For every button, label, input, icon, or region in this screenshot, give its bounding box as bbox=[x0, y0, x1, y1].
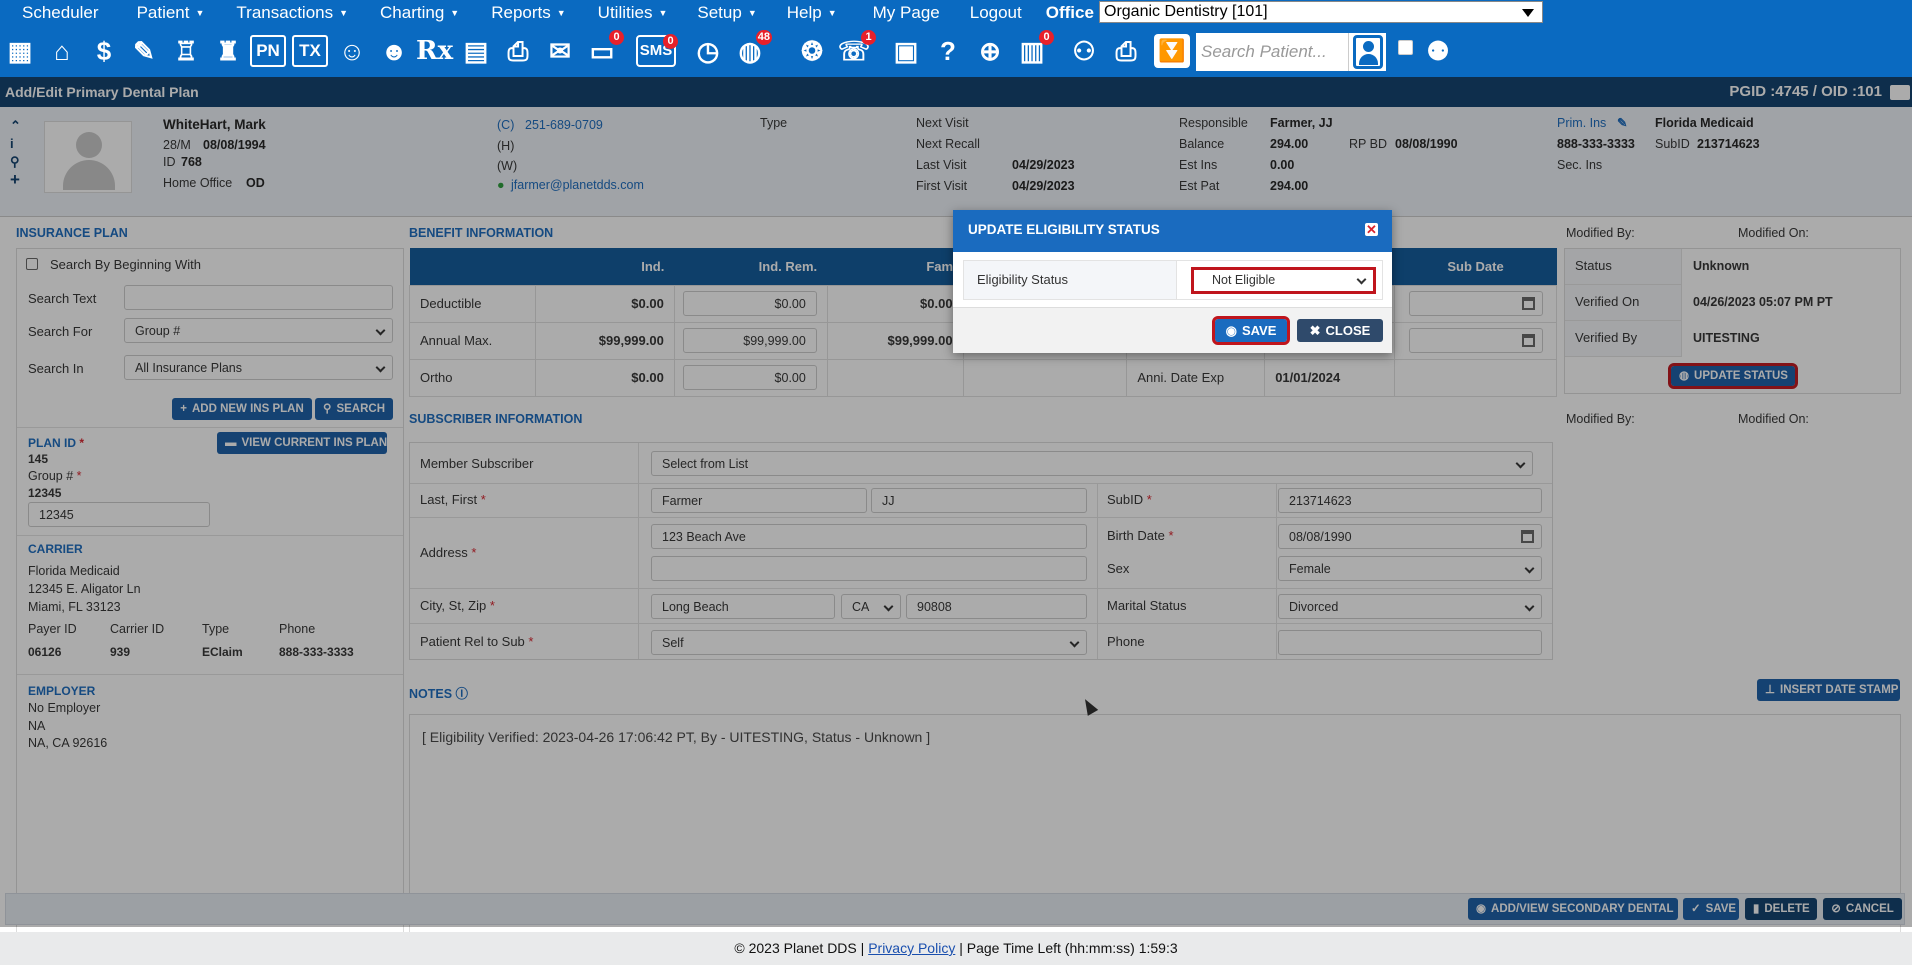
tooth-chart-icon[interactable]: ♖ bbox=[168, 33, 204, 69]
dropdown-arrow-icon bbox=[1522, 9, 1534, 17]
chat-icon[interactable]: ▭ 0 bbox=[584, 30, 624, 69]
icon-toolbar: ▦ ⌂ $ ✎ ♖ ♜ PN TX ☺ ☻ Rx ▤ ⎙ ✉ ▭ 0 SMS 0 ◷… bbox=[0, 25, 1912, 77]
modal-close-icon[interactable]: ✕ bbox=[1365, 223, 1378, 236]
add-patient-icon[interactable]: ☺ bbox=[334, 33, 370, 69]
messages-badge: 0 bbox=[609, 30, 624, 45]
eligibility-status-row: Eligibility Status Not Eligible bbox=[963, 260, 1383, 300]
modal-backdrop bbox=[0, 77, 1912, 927]
caret-down-icon: ▼ bbox=[747, 7, 757, 18]
group-icon[interactable]: ⚇ bbox=[1066, 33, 1102, 69]
copyright: © 2023 Planet DDS | bbox=[734, 940, 865, 956]
caret-down-icon: ▼ bbox=[658, 7, 668, 18]
collapse-icon[interactable]: ⏬ bbox=[1154, 34, 1190, 68]
menu-charting[interactable]: Charting ▼ bbox=[348, 2, 459, 24]
tooth-icon[interactable]: ♜ bbox=[210, 33, 246, 69]
pencil-icon[interactable]: ✎ bbox=[126, 33, 162, 69]
caret-down-icon: ▼ bbox=[339, 7, 349, 18]
caret-down-icon: ▼ bbox=[556, 7, 566, 18]
mail-icon[interactable]: ✉ bbox=[542, 33, 578, 69]
support-icon[interactable]: ☏ 1 bbox=[836, 30, 876, 69]
globe-icon[interactable]: ◍ 48 bbox=[732, 30, 772, 69]
menu-scheduler[interactable]: Scheduler bbox=[0, 2, 99, 24]
modal-title: UPDATE ELIGIBILITY STATUS bbox=[953, 210, 1392, 252]
toolbar-checkbox[interactable] bbox=[1398, 40, 1413, 55]
user-search-icon bbox=[1353, 35, 1383, 69]
eligibility-status-label: Eligibility Status bbox=[964, 261, 1177, 299]
top-menu-bar: Scheduler Patient ▼ Transactions ▼ Chartin… bbox=[0, 0, 1912, 25]
check-circle-icon: ◉ bbox=[1225, 323, 1237, 338]
menu-my-page[interactable]: My Page bbox=[837, 2, 940, 24]
menu-patient[interactable]: Patient ▼ bbox=[99, 2, 205, 24]
office-select[interactable]: Organic Dentistry [101] bbox=[1099, 1, 1543, 23]
prescription-icon[interactable]: Rx bbox=[416, 33, 453, 69]
support-badge: 1 bbox=[861, 30, 876, 45]
document-icon[interactable]: ▤ bbox=[458, 33, 494, 69]
sms-badge: 0 bbox=[663, 34, 678, 49]
modal-footer: ◉ SAVE ✖ CLOSE bbox=[953, 307, 1392, 353]
update-eligibility-modal: UPDATE ELIGIBILITY STATUS ✕ Eligibility … bbox=[953, 210, 1392, 353]
caret-down-icon: ▼ bbox=[827, 7, 837, 18]
treatment-icon[interactable]: TX bbox=[292, 35, 328, 67]
clock-icon[interactable]: ◷ bbox=[690, 33, 726, 69]
users-search-icon[interactable]: ⚉ bbox=[1420, 33, 1456, 69]
add-family-icon[interactable]: ☻ bbox=[376, 33, 412, 69]
network-icon[interactable]: ❂ bbox=[794, 33, 830, 69]
globe-badge: 48 bbox=[755, 30, 772, 45]
close-icon: ✖ bbox=[1309, 323, 1321, 338]
modal-save-button[interactable]: ◉ SAVE bbox=[1212, 316, 1290, 345]
patient-search-input[interactable]: Search Patient... bbox=[1196, 33, 1348, 71]
menu-logout[interactable]: Logout bbox=[940, 2, 1022, 24]
menu-reports[interactable]: Reports ▼ bbox=[459, 2, 565, 24]
modal-close-button[interactable]: ✖ CLOSE bbox=[1297, 319, 1383, 342]
claims-badge: 0 bbox=[1039, 30, 1054, 45]
dollar-icon[interactable]: $ bbox=[86, 33, 122, 69]
claims-icon[interactable]: ▥ 0 bbox=[1014, 30, 1054, 69]
printer-icon[interactable]: ⎙ bbox=[1108, 33, 1144, 69]
menu-help[interactable]: Help ▼ bbox=[757, 2, 837, 24]
eligibility-status-select[interactable]: Not Eligible bbox=[1191, 267, 1376, 294]
page-footer: © 2023 Planet DDS | Privacy Policy | Pag… bbox=[0, 932, 1912, 965]
scan-icon[interactable]: ⎙ bbox=[500, 33, 536, 69]
menu-transactions[interactable]: Transactions ▼ bbox=[204, 2, 348, 24]
web-search-icon[interactable]: ⊕ bbox=[972, 33, 1008, 69]
privacy-policy-link[interactable]: Privacy Policy bbox=[868, 940, 955, 956]
page-time-left: | Page Time Left (hh:mm:ss) 1:59:3 bbox=[959, 940, 1178, 956]
home-icon[interactable]: ⌂ bbox=[44, 33, 80, 69]
menu-utilities[interactable]: Utilities ▼ bbox=[566, 2, 668, 24]
sms-icon[interactable]: SMS 0 bbox=[636, 34, 678, 67]
caret-down-icon: ▼ bbox=[195, 7, 205, 18]
patient-search-button[interactable] bbox=[1348, 33, 1386, 71]
office-label: Office bbox=[1045, 2, 1094, 22]
calendar-icon[interactable]: ▦ bbox=[2, 33, 38, 69]
tooth-box-icon[interactable]: ▣ bbox=[888, 33, 924, 69]
chevron-down-icon bbox=[1356, 274, 1367, 285]
menu-setup[interactable]: Setup ▼ bbox=[667, 2, 756, 24]
caret-down-icon: ▼ bbox=[450, 7, 460, 18]
tooth-question-icon[interactable]: ? bbox=[930, 33, 966, 69]
progress-notes-icon[interactable]: PN bbox=[250, 35, 286, 67]
